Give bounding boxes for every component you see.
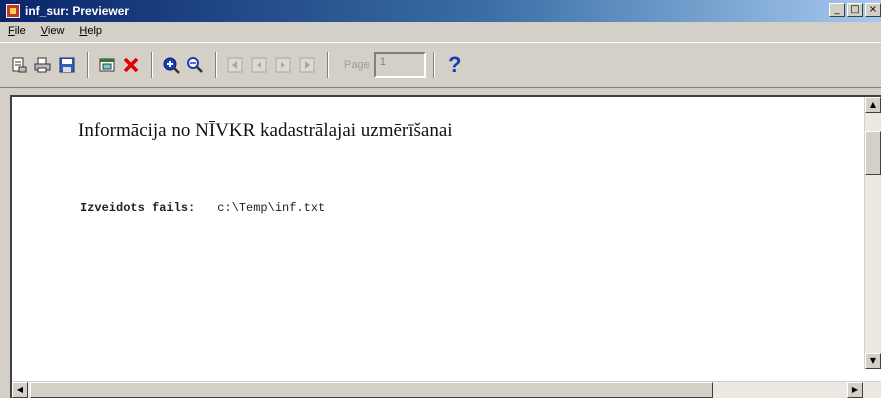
toolbar: Page 1 ? [0,42,881,88]
next-page-icon [275,57,291,73]
zoom-in-button[interactable] [160,54,182,76]
zoom-out-button[interactable] [184,54,206,76]
print-setup-button[interactable] [8,54,30,76]
menu-help[interactable]: Help [71,25,109,37]
minimize-button[interactable]: _ [829,3,845,17]
horizontal-scrollbar[interactable]: ◀ ▶ [12,381,881,398]
menu-bar: File View Help [0,22,881,40]
scroll-down-button[interactable]: ▼ [865,353,881,369]
export-button[interactable] [96,54,118,76]
menu-view[interactable]: View [33,25,72,37]
app-icon [6,4,20,18]
last-page-button[interactable] [296,54,318,76]
vertical-scroll-thumb[interactable] [865,131,881,175]
page-label: Page [344,59,370,71]
close-preview-button[interactable] [120,54,142,76]
print-icon [34,57,51,73]
print-button[interactable] [32,54,54,76]
scroll-left-button[interactable]: ◀ [12,382,28,398]
scroll-up-button[interactable]: ▲ [865,97,881,113]
print-setup-icon [12,57,27,73]
zoom-in-icon [163,57,180,74]
close-preview-icon [123,57,139,73]
preview-area: Informācija no NĪVKR kadastrālajai uzmēr… [10,95,881,398]
previous-page-icon [251,57,267,73]
export-icon [99,58,115,72]
scroll-right-button[interactable]: ▶ [847,382,863,398]
file-label: Izveidots fails: [80,201,196,215]
previous-page-button[interactable] [248,54,270,76]
toolbar-separator [432,52,435,78]
first-page-icon [227,57,243,73]
save-button[interactable] [56,54,78,76]
toolbar-separator [327,52,329,78]
save-icon [59,57,75,73]
toolbar-separator [151,52,153,78]
help-icon: ? [447,52,462,77]
toolbar-separator [215,52,217,78]
document-title: Informācija no NĪVKR kadastrālajai uzmēr… [78,120,453,141]
next-page-button[interactable] [272,54,294,76]
last-page-icon [299,57,315,73]
menu-file[interactable]: File [0,25,33,37]
maximize-button[interactable]: □ [847,3,863,17]
file-path: c:\Temp\inf.txt [217,201,326,215]
page-number-input[interactable]: 1 [373,52,426,78]
toolbar-separator [87,52,89,78]
window-controls: _ □ × [829,3,881,17]
first-page-button[interactable] [224,54,246,76]
zoom-out-icon [187,57,203,73]
window-title: inf_sur: Previewer [25,4,130,18]
horizontal-scroll-thumb[interactable] [30,382,713,398]
file-info-row: Izveidots fails: c:\Temp\inf.txt [80,201,325,215]
close-button[interactable]: × [865,3,881,17]
help-button[interactable]: ? [442,52,468,78]
vertical-scrollbar[interactable]: ▲ ▼ [864,97,881,369]
title-bar[interactable]: inf_sur: Previewer _ □ × [0,0,881,22]
